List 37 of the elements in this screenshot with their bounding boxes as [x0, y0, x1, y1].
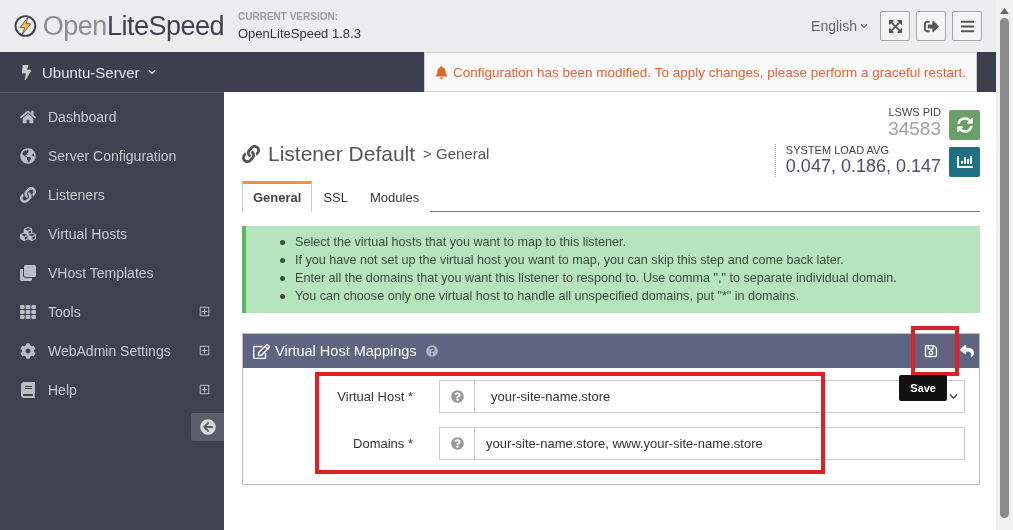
sidebar-label: Help — [48, 381, 77, 398]
panel-title: Virtual Host Mappings — [275, 343, 417, 359]
page-title: Listener Default — [268, 141, 416, 166]
sidebar-item[interactable]: WebAdmin Settings — [0, 331, 224, 370]
sidebar-label: Server Configuration — [48, 147, 177, 164]
info-note: Enter all the domains that you want this listener to respond to. Use comma "," to separate individual domain. — [295, 270, 897, 287]
info-note: If you have not set up the virtual host you want to map, you can skip this step and come back later. — [295, 252, 844, 269]
info-note: Select the virtual hosts that you want to map to this listener. — [295, 234, 627, 251]
sidebar-label: Tools — [48, 303, 81, 320]
sidebar-item[interactable]: VHost Templates — [0, 253, 224, 292]
breadcrumb: > General — [423, 145, 490, 162]
info-note: You can choose only one virtual host to handle all unspecified domains, put "*" in domains. — [295, 288, 800, 305]
field-label: Domains * — [352, 436, 414, 451]
sidebar-label: VHost Templates — [48, 264, 154, 281]
pid-label: LSWS PID — [888, 106, 941, 118]
language-dropdown[interactable]: English — [811, 18, 868, 34]
load-label: SYSTEM LOAD AVG — [785, 144, 890, 156]
version-text: OpenLiteSpeed 1.8.3 — [238, 26, 361, 41]
sidebar-label: WebAdmin Settings — [48, 342, 171, 359]
logo-text: OpenLiteSpeed — [42, 10, 224, 42]
sidebar-label: Listeners — [48, 186, 105, 203]
sidebar-item[interactable]: Listeners — [0, 175, 224, 214]
save-tooltip: Save — [899, 375, 947, 401]
server-dropdown[interactable]: Ubuntu-Server — [0, 63, 224, 81]
restart-alert: Configuration has been modified. To apply changes, please perform a graceful restart. — [424, 52, 978, 92]
sidebar-item[interactable]: Virtual Hosts — [0, 214, 224, 253]
sidebar-item[interactable]: Help — [0, 370, 224, 409]
sidebar-item[interactable]: Tools — [0, 292, 224, 331]
tab[interactable]: General — [242, 181, 313, 212]
sidebar-label: Virtual Hosts — [48, 225, 128, 242]
sidebar-item[interactable]: Dashboard — [0, 97, 224, 136]
load-value: 0.047, 0.186, 0.147 — [785, 156, 941, 177]
sidebar-label: Dashboard — [48, 108, 117, 125]
pid-value: 34583 — [888, 118, 941, 140]
sidebar-item[interactable]: Server Configuration — [0, 136, 224, 175]
field-label: Virtual Host * — [336, 389, 414, 404]
version-label: CURRENT VERSION: — [238, 11, 339, 22]
